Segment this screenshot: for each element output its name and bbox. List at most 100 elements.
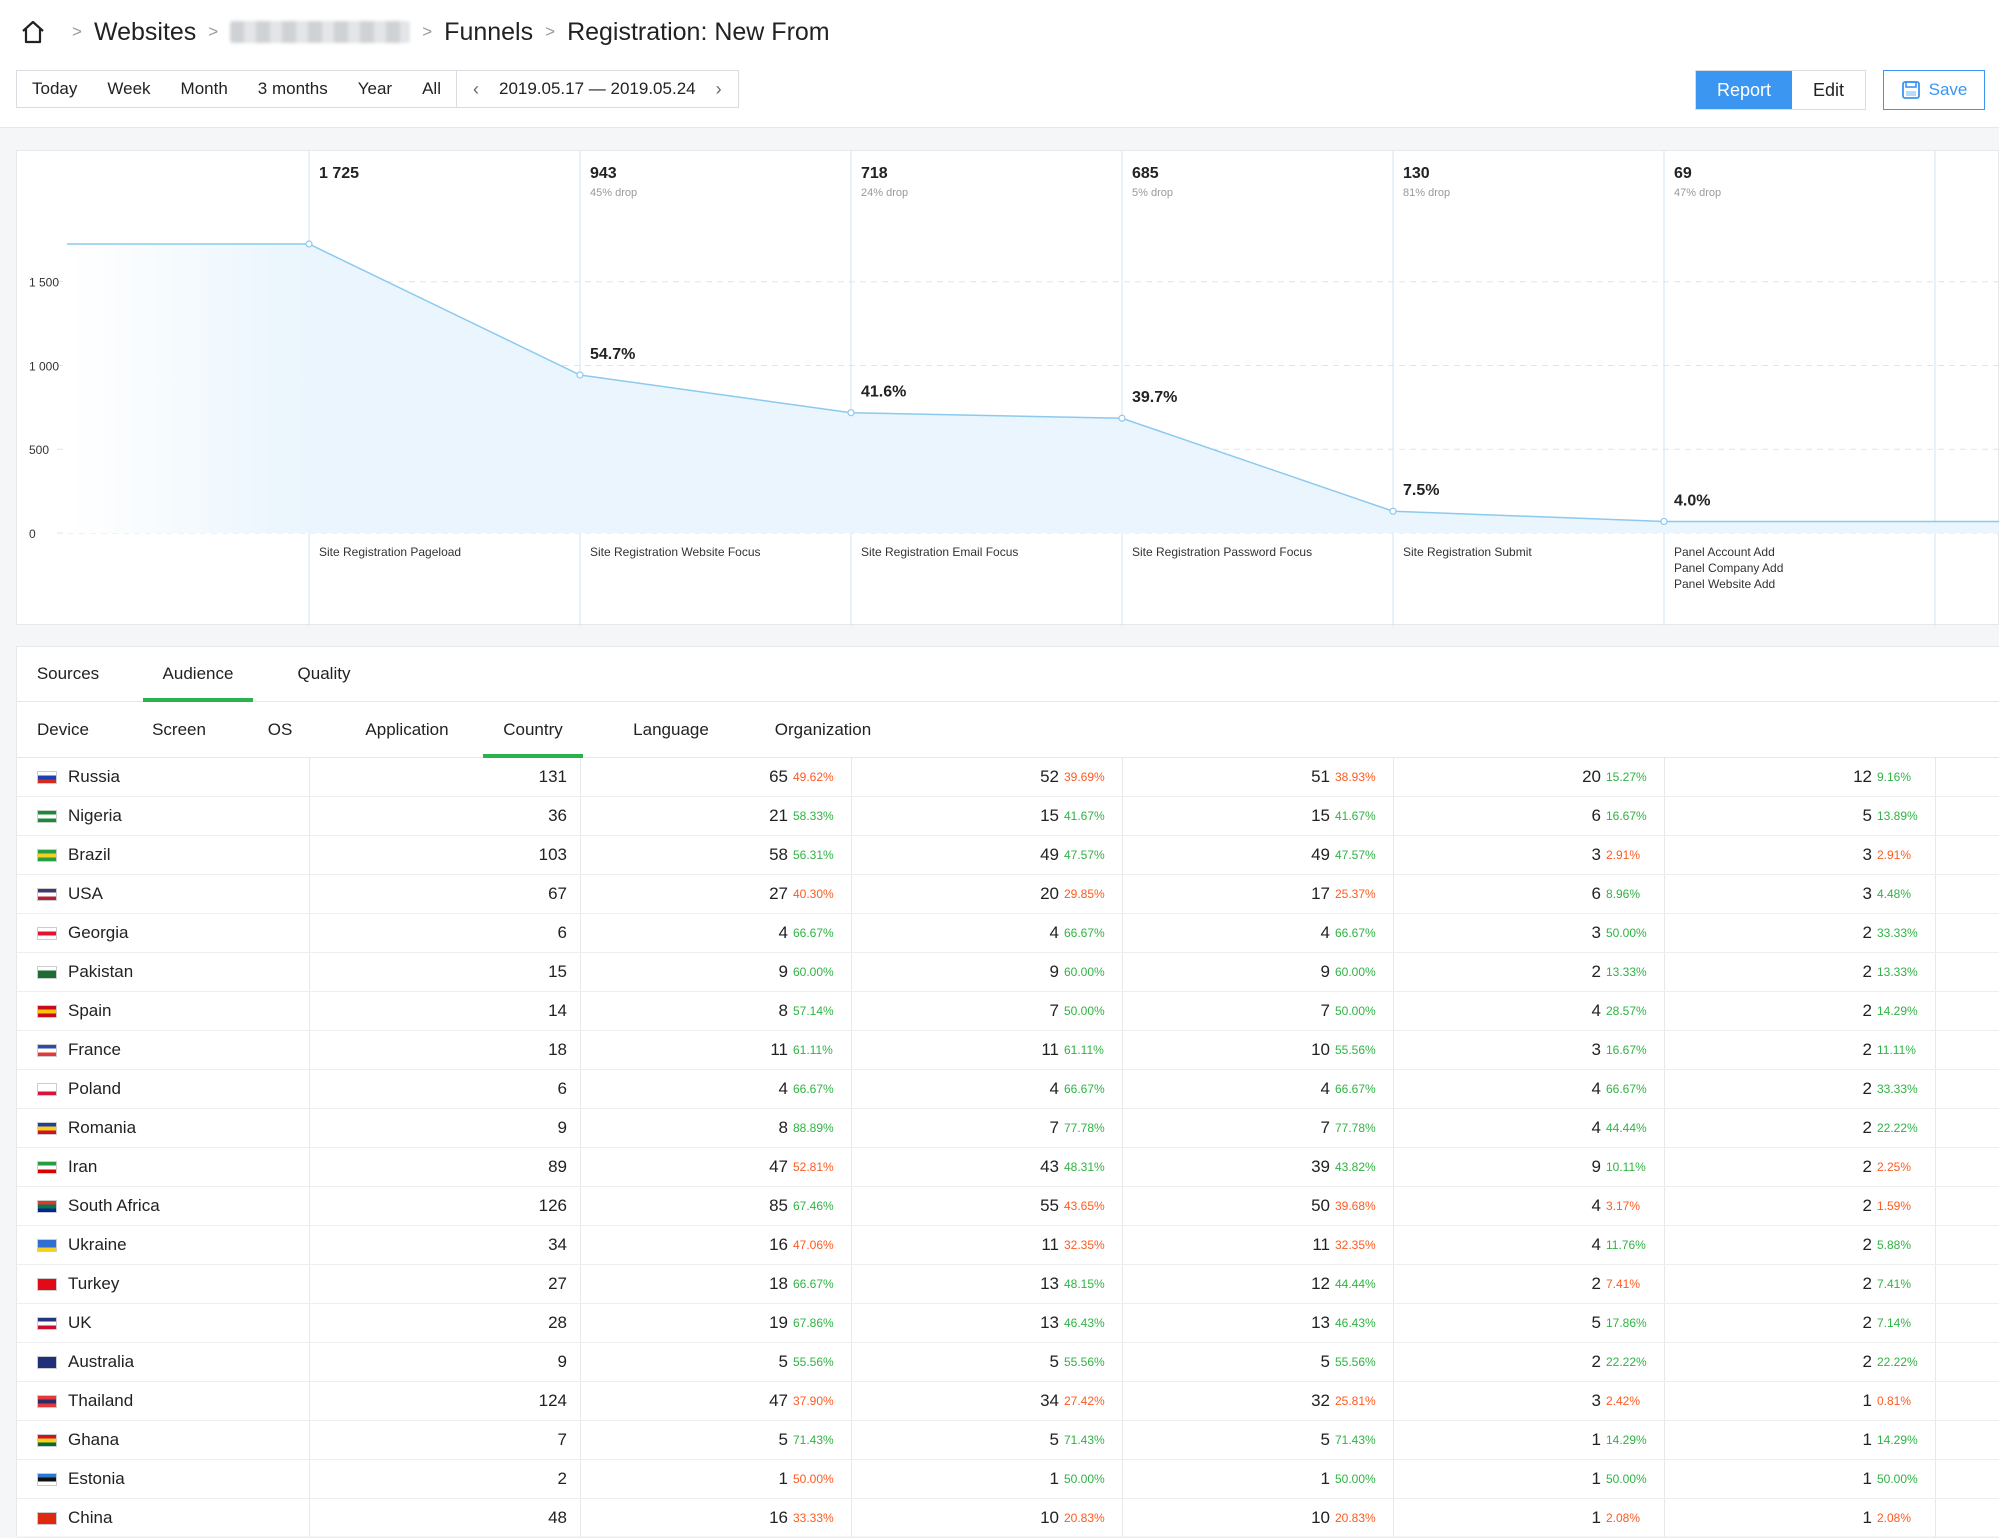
step-count-value: 5 — [778, 1430, 788, 1449]
table-row[interactable]: Poland 6 4 66.67% 4 66.67% 4 66.67% 4 66.67% 2 33.3… — [17, 1070, 1999, 1109]
step-cell: 7 77.78% — [851, 1109, 1108, 1147]
edit-button[interactable]: Edit — [1792, 71, 1865, 109]
step-percent: 22.22% — [1877, 1121, 1918, 1135]
chevron-right-icon[interactable]: › — [708, 79, 730, 100]
report-button[interactable]: Report — [1696, 71, 1792, 109]
table-row[interactable]: Pakistan 15 9 60.00% 9 60.00% 9 60.00% 2 13.33% 2 1… — [17, 953, 1999, 992]
step-cell: 34 27.42% — [851, 1382, 1108, 1420]
home-icon[interactable] — [18, 17, 48, 47]
step-percent: 13.89% — [1877, 809, 1918, 823]
step-percent: 2.08% — [1606, 1511, 1641, 1525]
step-percent: 66.67% — [1335, 926, 1376, 940]
step-percent: 66.67% — [1064, 1082, 1105, 1096]
step-percent: 2.91% — [1606, 848, 1641, 862]
table-row[interactable]: Ukraine 34 16 47.06% 11 32.35% 11 32.35% 4 11.76%… — [17, 1226, 1999, 1265]
step-percent: 66.67% — [1335, 1082, 1376, 1096]
step-percent: 14.29% — [1877, 1004, 1918, 1018]
breadcrumb-websites[interactable]: Websites — [94, 18, 196, 47]
column-divider — [1935, 1265, 1936, 1303]
step-count-value: 49 — [1311, 845, 1330, 864]
table-row[interactable]: South Africa 126 85 67.46% 55 43.65% 50 39.68% 4… — [17, 1187, 1999, 1226]
step-percent: 52.81% — [793, 1160, 834, 1174]
step-count-value: 11 — [1312, 1235, 1330, 1254]
step-count-value: 2 — [1862, 1274, 1872, 1293]
step-cell: 1 50.00% — [1664, 1460, 1921, 1498]
date-range-text[interactable]: 2019.05.17 — 2019.05.24 — [487, 79, 708, 99]
range-today-button[interactable]: Today — [17, 71, 92, 107]
step-cell: 58 56.31% — [580, 836, 837, 874]
flag-icon — [37, 1082, 57, 1096]
total-cell: 6 — [557, 1079, 567, 1098]
step-count-value: 51 — [1311, 767, 1330, 786]
table-row[interactable]: Brazil 103 58 56.31% 49 47.57% 49 47.57% 3 2.91% 3… — [17, 836, 1999, 875]
subtab-device[interactable]: Device — [17, 702, 109, 757]
table-row[interactable]: Australia 9 5 55.56% 5 55.56% 5 55.56% 2 22.22% 2 2… — [17, 1343, 1999, 1382]
breadcrumb-site-redacted[interactable] — [230, 21, 411, 43]
table-row[interactable]: Nigeria 36 21 58.33% 15 41.67% 15 41.67% 6 16.67%… — [17, 797, 1999, 836]
step-count-value: 13 — [1040, 1274, 1059, 1293]
step-percent: 56.31% — [793, 848, 834, 862]
step-percent: 50.00% — [1606, 926, 1647, 940]
step-percent: 0.81% — [1877, 1394, 1912, 1408]
table-row[interactable]: Russia 131 65 49.62% 52 39.69% 51 38.93% 20 15.27… — [17, 758, 1999, 797]
total-cell: 67 — [548, 884, 567, 903]
step-percent: 20.83% — [1064, 1511, 1105, 1525]
step-count-value: 21 — [769, 806, 788, 825]
chevron-left-icon[interactable]: ‹ — [465, 79, 487, 100]
table-row[interactable]: UK 28 19 67.86% 13 46.43% 13 46.43% 5 17.86% 2 7.14… — [17, 1304, 1999, 1343]
range-all-button[interactable]: All — [407, 71, 456, 107]
country-name: Iran — [68, 1157, 98, 1176]
step-percent: 71.43% — [1335, 1433, 1376, 1447]
range-week-button[interactable]: Week — [92, 71, 165, 107]
step-cell: 16 33.33% — [580, 1499, 837, 1537]
tab-audience[interactable]: Audience — [143, 647, 253, 702]
table-row[interactable]: Thailand 124 47 37.90% 34 27.42% 32 25.81% 3 2.42… — [17, 1382, 1999, 1421]
step-cell: 1 14.29% — [1664, 1421, 1921, 1459]
country-cell: France — [37, 1031, 121, 1069]
step-cell: 27 40.30% — [580, 875, 837, 913]
range-3months-button[interactable]: 3 months — [243, 71, 343, 107]
range-month-button[interactable]: Month — [166, 71, 243, 107]
table-row[interactable]: France 18 11 61.11% 11 61.11% 10 55.56% 3 16.67% 2… — [17, 1031, 1999, 1070]
country-name: Turkey — [68, 1274, 120, 1293]
step-cell: 52 39.69% — [851, 758, 1108, 796]
step-count-value: 2 — [1862, 1118, 1872, 1137]
table-row[interactable]: Turkey 27 18 66.67% 13 48.15% 12 44.44% 2 7.41% 2 7… — [17, 1265, 1999, 1304]
step-count-value: 49 — [1040, 845, 1059, 864]
subtab-country[interactable]: Country — [483, 702, 583, 758]
column-divider — [1935, 1421, 1936, 1459]
table-row[interactable]: Spain 14 8 57.14% 7 50.00% 7 50.00% 4 28.57% 2 14.2… — [17, 992, 1999, 1031]
step-percent: 46.43% — [1335, 1316, 1376, 1330]
tab-quality[interactable]: Quality — [277, 647, 371, 701]
step-cell: 4 66.67% — [1122, 1070, 1379, 1108]
table-row[interactable]: Georgia 6 4 66.67% 4 66.67% 4 66.67% 3 50.00% 2 33.… — [17, 914, 1999, 953]
table-row[interactable]: Estonia 2 1 50.00% 1 50.00% 1 50.00% 1 50.00% 1 50.… — [17, 1460, 1999, 1499]
range-year-button[interactable]: Year — [343, 71, 407, 107]
table-row[interactable]: Iran 89 47 52.81% 43 48.31% 39 43.82% 9 10.11% 2 2.… — [17, 1148, 1999, 1187]
step-cell: 4 66.67% — [1393, 1070, 1650, 1108]
table-row[interactable]: Romania 9 8 88.89% 7 77.78% 7 77.78% 4 44.44% 2 22.… — [17, 1109, 1999, 1148]
total-cell: 15 — [548, 962, 567, 981]
tab-sources[interactable]: Sources — [17, 647, 119, 701]
table-row[interactable]: USA 67 27 40.30% 20 29.85% 17 25.37% 6 8.96% 3 4.48… — [17, 875, 1999, 914]
table-row[interactable]: China 48 16 33.33% 10 20.83% 10 20.83% 1 2.08% 1 2.… — [17, 1499, 1999, 1538]
step-percent: 7.41% — [1877, 1277, 1912, 1291]
step-count-value: 15 — [1311, 806, 1330, 825]
subtab-screen[interactable]: Screen — [133, 702, 225, 757]
total-cell: 28 — [548, 1313, 567, 1332]
step-cell: 5 55.56% — [580, 1343, 837, 1381]
subtab-application[interactable]: Application — [337, 702, 477, 757]
subtab-os[interactable]: OS — [249, 702, 311, 757]
subtab-organization[interactable]: Organization — [749, 702, 897, 757]
step-percent: 71.43% — [793, 1433, 834, 1447]
subtab-language[interactable]: Language — [611, 702, 731, 757]
step-count-value: 8 — [778, 1118, 788, 1137]
top-header: > Websites > > Funnels > Registration: N… — [0, 0, 1999, 128]
step-percent: 44.44% — [1606, 1121, 1647, 1135]
table-row[interactable]: Ghana 7 5 71.43% 5 71.43% 5 71.43% 1 14.29% 1 14.29… — [17, 1421, 1999, 1460]
breadcrumb-funnels[interactable]: Funnels — [444, 18, 533, 47]
save-button[interactable]: Save — [1883, 70, 1985, 110]
step-cell: 2 14.29% — [1664, 992, 1921, 1030]
step-percent: 5.88% — [1877, 1238, 1912, 1252]
step-count-value: 16 — [769, 1235, 788, 1254]
